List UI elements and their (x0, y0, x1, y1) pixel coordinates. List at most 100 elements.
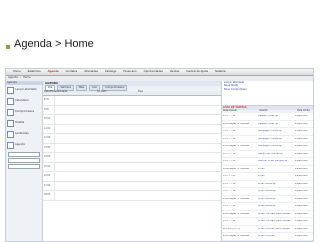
table-cell[interactable]: Mensagem follow-up (258, 130, 295, 132)
calendar-panel: AGENDA Dia Semana Mês Ano Compromissos D… (43, 81, 222, 241)
table-row[interactable]: X X r r r xxEmail follow-up29/01/2007 (222, 181, 313, 189)
table-row[interactable]: X X r r r xxEmail29/01/2007 (222, 173, 313, 181)
nav-tab-sistema[interactable]: Sistema (213, 71, 227, 74)
time-label: 18:00 (43, 194, 54, 196)
table-cell[interactable]: Email (258, 168, 295, 170)
table-row[interactable]: Informação *x clientesEmail, contrato pa… (222, 211, 313, 219)
main-nav: Home Relatórios Agenda Contatos Atividad… (6, 69, 313, 76)
table-cell[interactable]: Email follow-up (258, 198, 295, 200)
time-row[interactable]: 16:00 (43, 172, 221, 182)
table-cell[interactable]: Maturar Email campanha (258, 160, 295, 162)
table-cell[interactable]: Mensagem follow-up (258, 138, 295, 140)
table-row[interactable]: X X r r r xxEmail follow-up29/01/2007 (222, 203, 313, 211)
page-title: Agenda > Home (14, 38, 94, 50)
tasks-panel: Lançar atividade Nova tarefa Novo compro… (222, 81, 313, 241)
table-row[interactable]: Informação *x clientesMensagem follow-up… (222, 143, 313, 151)
nav-tab-agenda[interactable]: Agenda (46, 71, 61, 74)
table-cell: X X r r r xx (222, 160, 258, 162)
table-cell: X X r r r xx (222, 175, 258, 177)
link-novo-compromisso[interactable]: Novo compromisso (224, 89, 311, 91)
sidebar-item-tarefas[interactable]: Tarefas (6, 118, 42, 129)
table-row[interactable]: Informação *x clientesEmail follow-up29/… (222, 196, 313, 204)
table-row[interactable]: X X r r r xxMensagem follow-up29/01/2007 (222, 136, 313, 144)
column-header[interactable]: Data/Hora (43, 91, 55, 95)
time-row[interactable]: 8:00 (43, 96, 221, 106)
time-row[interactable]: 14:00 (43, 153, 221, 163)
table-cell: 29/01/2007 (295, 175, 313, 177)
sidebar-item-compromissos[interactable]: Compromissos (6, 107, 42, 118)
nav-tab-financeiro[interactable]: Financeiro (121, 71, 138, 74)
sidebar-item-lancar[interactable]: Lançar atividade (6, 85, 42, 96)
table-cell: X X r r r xx (222, 138, 258, 140)
nav-tab-contatos[interactable]: Contatos (64, 71, 80, 74)
filter-field[interactable] (8, 164, 40, 169)
time-row[interactable]: 9:00 (43, 106, 221, 116)
time-row[interactable]: 11:00 (43, 125, 221, 135)
breadcrumb-item[interactable]: Home (23, 77, 31, 80)
table-cell: 29/01/2007 (295, 168, 313, 170)
table-row[interactable]: X X r r r xxLigação follow up29/01/2007 (222, 113, 313, 121)
column-header[interactable]: Data Limite (296, 110, 310, 113)
time-row[interactable]: 17:00 (43, 182, 221, 192)
table-row[interactable]: X X r r r xxEmail follow-up29/01/2007 (222, 188, 313, 196)
document-icon (7, 87, 14, 94)
table-cell: Informação *x clientes (222, 213, 258, 215)
table-cell[interactable]: Email follow-up (258, 183, 295, 185)
filter-field[interactable] (8, 158, 40, 163)
table-cell: Informação *x clientes (222, 123, 258, 125)
time-row[interactable]: 18:00 (43, 191, 221, 201)
table-cell: 29/01/2007 (295, 123, 313, 125)
breadcrumb-item[interactable]: Agenda (8, 77, 18, 80)
nav-tab-atividades[interactable]: Atividades (82, 71, 100, 74)
calendar-grid: 8:00 9:00 10:00 11:00 12:00 13:00 14:00 … (43, 96, 221, 201)
time-label: 11:00 (43, 128, 54, 130)
table-cell[interactable]: Email contrato para revisão (258, 228, 295, 230)
table-cell[interactable]: Mensagem follow-up (258, 145, 295, 147)
nav-tab-ajuda[interactable]: Central de Ajuda (184, 71, 210, 74)
column-header[interactable]: Atividade (55, 91, 96, 95)
time-row[interactable]: 10:00 (43, 115, 221, 125)
time-row[interactable]: 12:00 (43, 134, 221, 144)
table-cell: 29/01/2007 (295, 213, 313, 215)
table-cell[interactable]: Email (258, 175, 295, 177)
tasks-table: X X r r r xxLigação follow up29/01/2007I… (222, 113, 313, 242)
table-row[interactable]: Ind. Pro y rn ryEmail contrato para revi… (222, 226, 313, 234)
table-cell[interactable]: Email follow-up (258, 205, 295, 207)
nav-tab-catalogo[interactable]: Catálogo (103, 71, 119, 74)
table-row[interactable]: Informação *x clientesEmail29/01/2007 (222, 166, 313, 174)
sidebar-item-agenda[interactable]: Agenda (6, 140, 42, 151)
table-row[interactable]: Informação *x clientesEmail contrato29/0… (222, 233, 313, 241)
nav-tab-vendas[interactable]: Vendas (168, 71, 181, 74)
table-cell: Informação *x clientes (222, 168, 258, 170)
table-cell: X X r r r xx (222, 130, 258, 132)
nav-tab-home[interactable]: Home (11, 71, 23, 74)
table-row[interactable]: Informação *x clientesLigação follow up2… (222, 121, 313, 129)
sidebar-item-lembretes[interactable]: Lembretes (6, 129, 42, 140)
nav-tab-oportunidades[interactable]: Oportunidades (142, 71, 165, 74)
time-row[interactable]: 15:00 (43, 163, 221, 173)
time-row[interactable]: 13:00 (43, 144, 221, 154)
table-cell[interactable]: Ligação follow up (258, 123, 295, 125)
clock-icon (7, 109, 14, 116)
table-cell[interactable]: Email, contrato para revisão (258, 213, 295, 215)
table-row[interactable]: X X r r r xxMensagem follow-up29/01/2007 (222, 128, 313, 136)
column-header[interactable]: Responsável (222, 110, 258, 113)
column-header[interactable]: Contato (96, 91, 137, 95)
nav-tab-relatorios[interactable]: Relatórios (26, 71, 43, 74)
table-cell[interactable]: Email, contrato para revisão (258, 220, 295, 222)
table-cell: 29/01/2007 (295, 130, 313, 132)
bell-icon (7, 131, 14, 138)
table-cell[interactable]: Email contrato (258, 235, 295, 237)
table-row[interactable]: X X r r r xxEmail, contrato para revisão… (222, 218, 313, 226)
filter-field[interactable] (8, 152, 40, 157)
column-header[interactable]: Assunto (258, 110, 296, 113)
time-label: 13:00 (43, 147, 54, 149)
table-row[interactable]: X X r r r xxCall e-mail marketing29/01/2… (222, 151, 313, 159)
table-row[interactable]: X X r r r xxMaturar Email campanha29/01/… (222, 158, 313, 166)
table-cell[interactable]: Ligação follow up (258, 115, 295, 117)
table-cell[interactable]: Email follow-up (258, 190, 295, 192)
table-cell[interactable]: Call e-mail marketing (258, 153, 295, 155)
column-header[interactable]: Tipo (137, 91, 168, 95)
table-cell: 29/01/2007 (295, 228, 313, 230)
sidebar-item-calendario[interactable]: Calendário (6, 96, 42, 107)
